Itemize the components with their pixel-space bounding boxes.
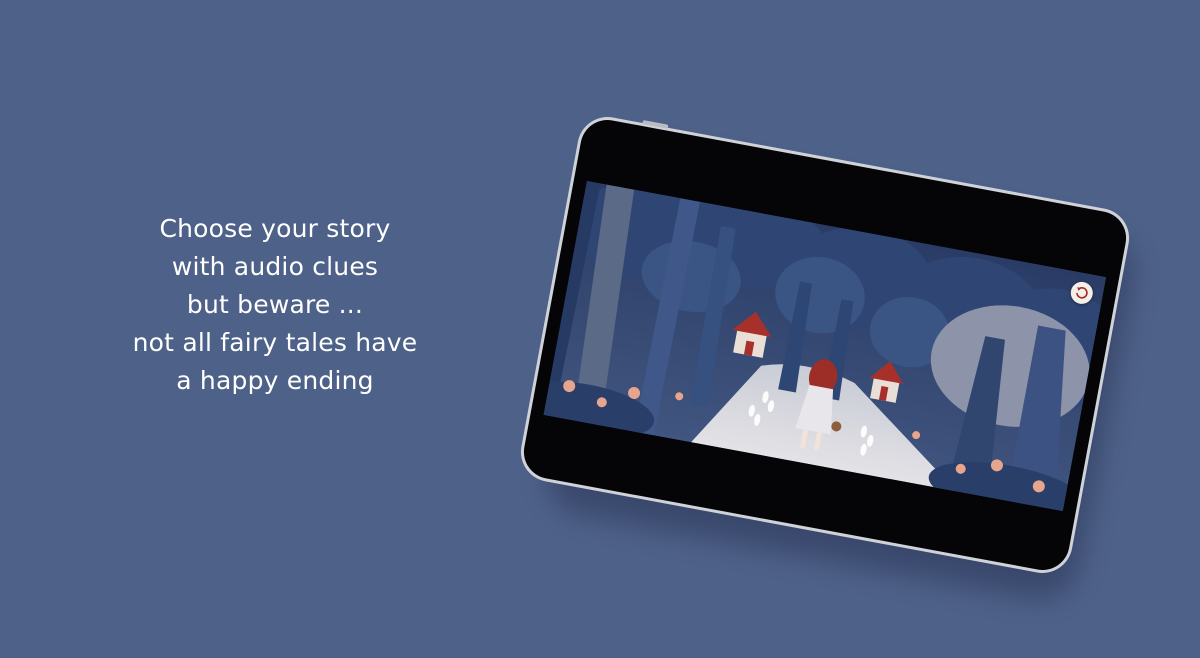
promo-tagline: Choose your story with audio clues but b… — [95, 210, 455, 400]
tagline-line-5: a happy ending — [176, 366, 374, 395]
tagline-line-1: Choose your story — [159, 214, 391, 243]
tablet-mockup — [515, 112, 1140, 606]
forest-scene — [543, 180, 1107, 512]
tagline-line-4: not all fairy tales have — [132, 328, 418, 357]
game-screen[interactable] — [543, 180, 1107, 512]
tagline-line-3: but beware ... — [186, 290, 364, 319]
tagline-line-2: with audio clues — [171, 252, 379, 281]
restart-arrow-icon — [1076, 287, 1088, 299]
